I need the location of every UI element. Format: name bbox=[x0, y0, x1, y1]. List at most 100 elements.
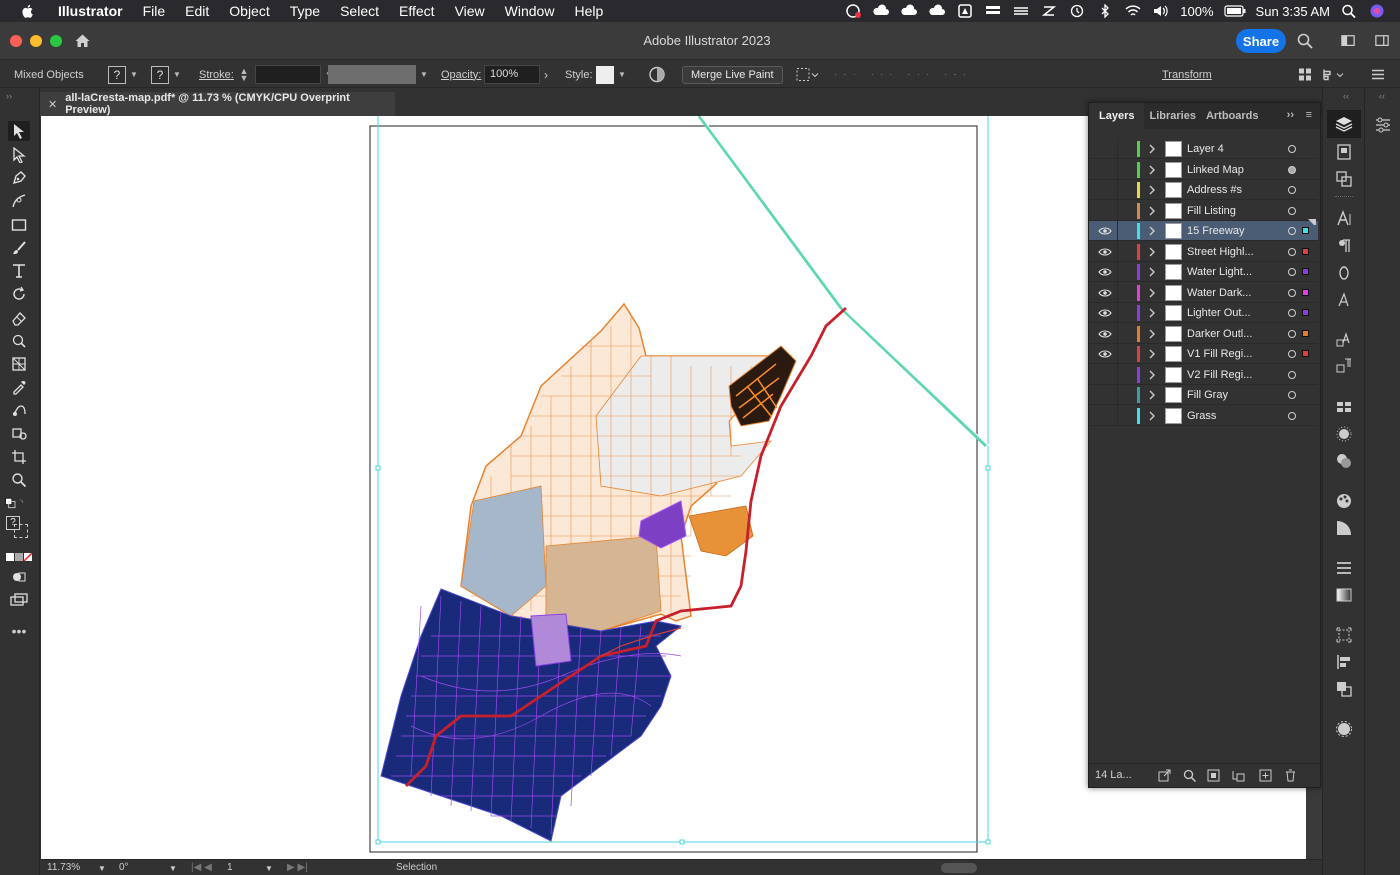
volume-icon[interactable] bbox=[1152, 4, 1170, 18]
visibility-eye-icon[interactable] bbox=[1098, 206, 1112, 216]
stroke-unknown-swatch[interactable] bbox=[14, 524, 28, 538]
siri-icon[interactable] bbox=[1368, 4, 1386, 18]
layer-name[interactable]: Lighter Out... bbox=[1187, 307, 1251, 319]
default-fill-stroke[interactable] bbox=[4, 493, 26, 513]
distribute-vcenter-icon[interactable] bbox=[917, 74, 919, 75]
distribute-top-icon[interactable] bbox=[908, 73, 910, 75]
lock-toggle[interactable] bbox=[1117, 384, 1118, 405]
lock-toggle[interactable] bbox=[1117, 343, 1118, 364]
menu-window[interactable]: Window bbox=[495, 3, 565, 19]
target-circle-icon[interactable] bbox=[1288, 165, 1296, 174]
locate-object-icon[interactable] bbox=[1183, 769, 1196, 782]
layer-row[interactable]: Darker Outl... bbox=[1089, 323, 1318, 344]
blend-tool[interactable] bbox=[8, 400, 30, 420]
paragraph-icon[interactable] bbox=[1335, 237, 1353, 255]
visibility-eye-icon[interactable] bbox=[1098, 288, 1112, 298]
stroke-swatch[interactable]: ? ▼ bbox=[151, 65, 181, 84]
visibility-eye-icon[interactable] bbox=[1098, 247, 1112, 257]
chevron-down-icon[interactable]: ▼ bbox=[420, 70, 428, 79]
visibility-eye-icon[interactable] bbox=[1098, 144, 1112, 154]
rectangle-tool[interactable] bbox=[8, 215, 30, 235]
new-sublayer-icon[interactable] bbox=[1232, 769, 1245, 782]
artboards-icon[interactable] bbox=[1335, 170, 1353, 188]
layer-name[interactable]: Water Dark... bbox=[1187, 287, 1251, 299]
zoom-level[interactable]: 11.73% bbox=[47, 862, 80, 873]
blend-icon[interactable] bbox=[11, 402, 27, 418]
graphic-style-swatch[interactable] bbox=[596, 65, 614, 84]
selection-square[interactable] bbox=[1302, 350, 1309, 357]
visibility-eye-icon[interactable] bbox=[1098, 165, 1112, 175]
align-hcenter-icon[interactable] bbox=[844, 73, 846, 76]
collapse-tools-icon[interactable]: ›› bbox=[6, 91, 12, 101]
target-circle-icon[interactable] bbox=[1288, 268, 1296, 276]
chevron-right-icon[interactable] bbox=[1147, 287, 1157, 299]
curvature-tool[interactable] bbox=[8, 191, 30, 211]
artboard-number[interactable]: 1 bbox=[227, 862, 233, 873]
chevron-right-icon[interactable] bbox=[1147, 143, 1157, 155]
lock-toggle[interactable] bbox=[1117, 159, 1118, 179]
distribute-bottom-icon[interactable] bbox=[927, 74, 929, 76]
align-top-icon[interactable] bbox=[871, 73, 873, 76]
align-vcenter-icon[interactable] bbox=[881, 73, 883, 76]
collapse-dock-icon[interactable]: ‹‹ bbox=[1343, 91, 1349, 101]
selection-square[interactable] bbox=[1302, 309, 1309, 316]
wifi-icon[interactable] bbox=[1124, 4, 1142, 18]
gradient-panel-icon[interactable] bbox=[1335, 586, 1353, 604]
libraries-icon[interactable] bbox=[1335, 143, 1353, 161]
first-artboard-icon[interactable]: |◀ ◀ bbox=[191, 862, 212, 873]
export-icon[interactable] bbox=[1158, 769, 1171, 782]
chevron-right-icon[interactable] bbox=[1147, 266, 1157, 278]
layer-name[interactable]: Layer 4 bbox=[1187, 143, 1224, 155]
lock-toggle[interactable] bbox=[1117, 138, 1118, 159]
layer-row[interactable]: Street Highl... bbox=[1089, 241, 1318, 262]
graphic-style-picker[interactable]: ▼ bbox=[596, 65, 626, 84]
menu-help[interactable]: Help bbox=[564, 3, 613, 19]
paintbrush-tool[interactable] bbox=[8, 238, 30, 258]
menu-effect[interactable]: Effect bbox=[389, 3, 445, 19]
align-panel-icon[interactable] bbox=[1335, 653, 1353, 671]
isolate-icon[interactable] bbox=[1298, 65, 1312, 84]
menu-type[interactable]: Type bbox=[280, 3, 330, 19]
layer-name[interactable]: Fill Listing bbox=[1187, 205, 1236, 217]
clipping-mask-icon[interactable] bbox=[1207, 769, 1220, 782]
lock-toggle[interactable] bbox=[1117, 200, 1118, 220]
menu-app-name[interactable]: Illustrator bbox=[52, 3, 133, 19]
zoom-icon[interactable] bbox=[11, 472, 27, 488]
close-window-button[interactable] bbox=[10, 34, 22, 47]
panel-menu-icon[interactable] bbox=[1370, 65, 1386, 84]
stroke-panel-icon[interactable] bbox=[1335, 559, 1353, 577]
chevron-right-icon[interactable] bbox=[1147, 348, 1157, 360]
width-profile-preview[interactable] bbox=[328, 65, 416, 84]
panel-menu-icon[interactable]: ≡ bbox=[1306, 109, 1312, 121]
visibility-eye-icon[interactable] bbox=[1098, 185, 1112, 195]
layer-name[interactable]: Address #s bbox=[1187, 184, 1242, 196]
menu-extra-icon[interactable] bbox=[984, 4, 1002, 18]
target-circle-icon[interactable] bbox=[1288, 350, 1296, 358]
layer-row[interactable]: Grass bbox=[1089, 405, 1318, 426]
eyedropper-tool[interactable] bbox=[8, 377, 30, 397]
stroke-weight-stepper[interactable]: ▲▼ ▼ bbox=[239, 65, 333, 84]
live-paint-bucket-icon[interactable] bbox=[11, 426, 27, 442]
selection-square[interactable] bbox=[1302, 227, 1309, 234]
layer-row[interactable]: Layer 4 bbox=[1089, 138, 1318, 159]
chevron-right-icon[interactable] bbox=[1147, 225, 1157, 237]
free-transform-icon[interactable] bbox=[11, 333, 27, 349]
type-icon[interactable] bbox=[11, 263, 27, 279]
lock-toggle[interactable] bbox=[1117, 220, 1118, 241]
eraser-icon[interactable] bbox=[11, 310, 27, 326]
chevron-right-icon[interactable] bbox=[1147, 307, 1157, 319]
layer-row[interactable]: V1 Fill Regi... bbox=[1089, 343, 1318, 364]
lock-toggle[interactable] bbox=[1117, 405, 1118, 425]
brushes-icon[interactable] bbox=[1335, 425, 1353, 443]
bluetooth-icon[interactable] bbox=[1096, 4, 1114, 18]
chevron-right-icon[interactable] bbox=[1147, 164, 1157, 176]
transform-panel-icon[interactable] bbox=[1335, 626, 1353, 644]
menu-view[interactable]: View bbox=[445, 3, 495, 19]
layer-row[interactable]: Lighter Out... bbox=[1089, 302, 1318, 323]
layer-name[interactable]: Street Highl... bbox=[1187, 246, 1254, 258]
pen-tool[interactable] bbox=[8, 168, 30, 188]
chevron-down-icon[interactable]: ▼ bbox=[173, 70, 181, 79]
cloud-icon[interactable] bbox=[872, 4, 890, 18]
type-tool[interactable] bbox=[8, 261, 30, 281]
selection-square[interactable] bbox=[1302, 247, 1309, 255]
